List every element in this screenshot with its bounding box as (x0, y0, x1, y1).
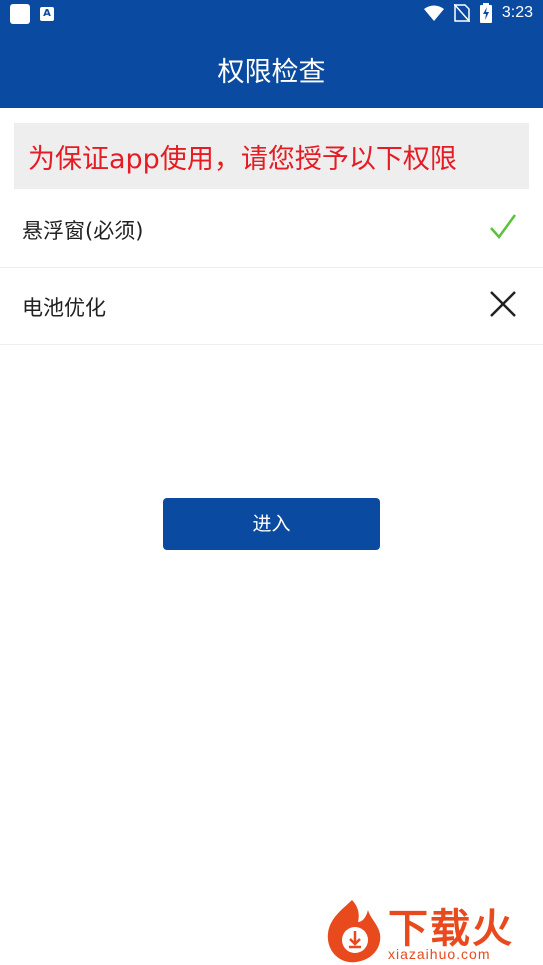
permission-notice-banner: 为保证app使用，请您授予以下权限 (14, 123, 529, 189)
battery-charging-icon (479, 3, 492, 23)
permission-label-overlay: 悬浮窗(必须) (22, 219, 144, 243)
app-a-icon: A (40, 7, 54, 21)
flame-logo-icon (327, 900, 381, 963)
app-square-icon (10, 4, 30, 24)
watermark: 下载火 xiazaihuo.com (322, 896, 543, 965)
wifi-icon (423, 5, 444, 21)
page-title: 权限检查 (217, 57, 326, 88)
status-time: 3:23 (501, 4, 533, 21)
permission-notice-text: 为保证app使用，请您授予以下权限 (28, 144, 457, 175)
permission-row-battery[interactable]: 电池优化 (0, 268, 543, 345)
app-header: A 3:23 权限检查 (0, 0, 543, 108)
close-icon (490, 291, 516, 317)
watermark-url: xiazaihuo.com (388, 946, 491, 962)
status-bar: A 3:23 (0, 0, 543, 28)
no-sim-icon (453, 4, 470, 22)
enter-button[interactable]: 进入 (163, 498, 380, 550)
permission-label-battery: 电池优化 (22, 296, 106, 320)
permission-row-overlay[interactable]: 悬浮窗(必须) (0, 191, 543, 268)
check-icon (490, 214, 517, 239)
